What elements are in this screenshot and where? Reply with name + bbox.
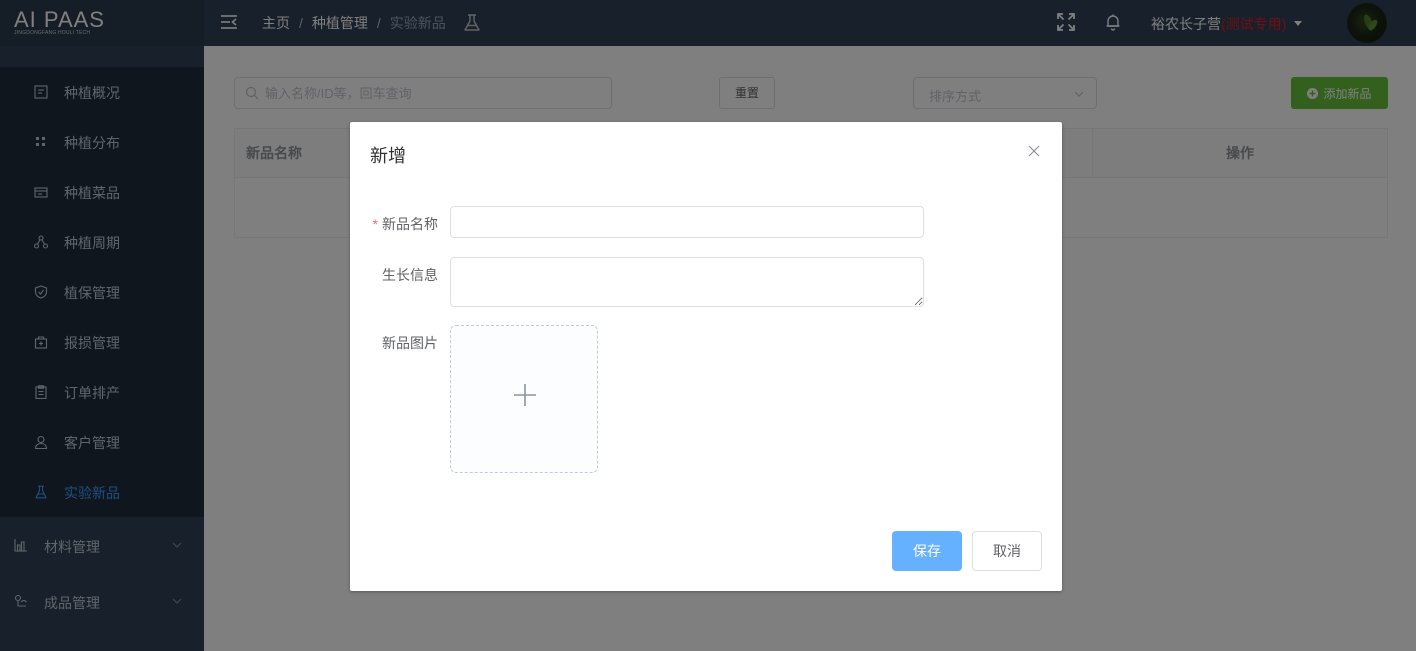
name-field[interactable]: [450, 206, 924, 238]
plus-icon: [514, 384, 536, 406]
name-label: * 新品名称: [350, 214, 438, 234]
cancel-button[interactable]: 取消: [972, 531, 1042, 571]
growth-info-field[interactable]: [450, 257, 924, 307]
dialog-title: 新增: [370, 146, 406, 166]
close-icon[interactable]: [1028, 145, 1040, 157]
save-button[interactable]: 保存: [892, 531, 962, 571]
growth-label: 生长信息: [382, 267, 438, 283]
add-dialog: 新增 * 新品名称 生长信息 新品图片 保存 取消: [350, 122, 1062, 591]
image-uploader[interactable]: [450, 325, 598, 473]
image-label: 新品图片: [382, 335, 438, 351]
name-label-text: 新品名称: [382, 216, 438, 232]
required-mark: *: [372, 216, 378, 232]
